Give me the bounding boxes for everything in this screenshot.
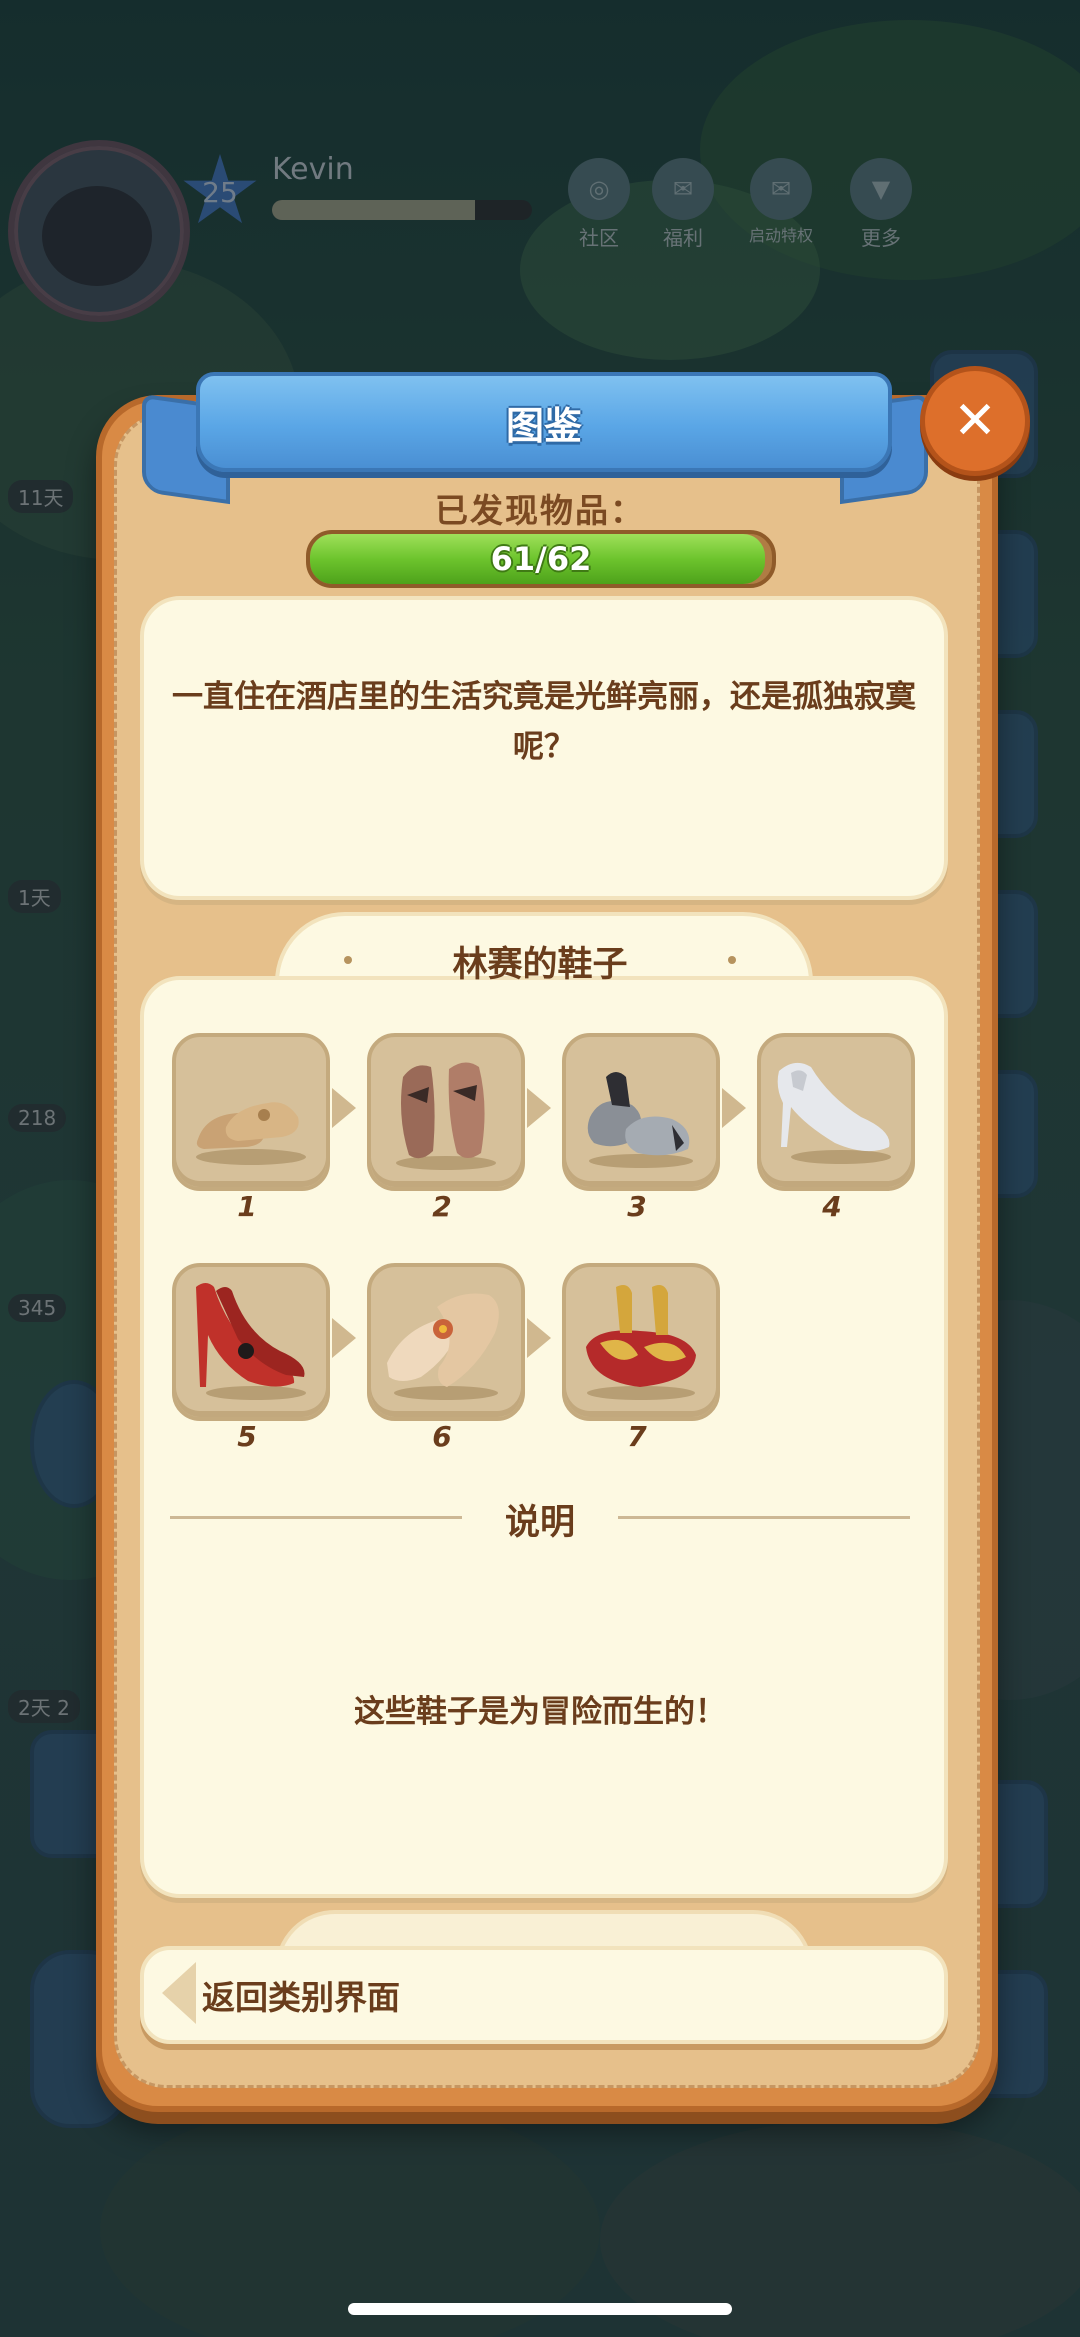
note-text: 这些鞋子是为冒险而生的！ (354, 1694, 726, 1730)
collection-item-4[interactable] (757, 1033, 915, 1191)
item-number: 7 (627, 1420, 647, 1453)
chevron-right-icon (527, 1088, 551, 1128)
red-gold-heels-bag-icon (586, 1285, 696, 1400)
found-items-label: 已发现物品： (435, 491, 645, 530)
chevron-right-icon (332, 1318, 356, 1358)
collection-title: 林赛的鞋子 (452, 945, 628, 985)
close-icon: ✕ (953, 391, 997, 451)
item-number: 1 (237, 1190, 257, 1223)
album-description: 一直住在酒店里的生活究竟是光鲜亮丽，还是孤独寂寞呢？ (172, 679, 916, 765)
collection-item-6[interactable] (367, 1263, 525, 1421)
chevron-right-icon (722, 1088, 746, 1128)
silver-mules-icon (777, 1062, 891, 1164)
home-indicator[interactable] (348, 2303, 732, 2315)
collection-item-2[interactable] (367, 1033, 525, 1191)
note-title: 说明 (504, 1503, 575, 1543)
chevron-right-icon (332, 1088, 356, 1128)
collection-item-5[interactable] (172, 1263, 330, 1421)
back-arrow-icon (162, 1962, 196, 2024)
dialog-title: 图鉴 (505, 403, 582, 448)
item-number: 6 (432, 1420, 452, 1453)
red-high-heels-icon (196, 1283, 306, 1400)
collection-item-7[interactable] (562, 1263, 720, 1421)
brown-bow-shoes-icon (396, 1062, 496, 1170)
back-button-label: 返回类别界面 (202, 1978, 400, 2017)
discovery-progress-bar: 61/62 (306, 530, 776, 588)
progress-text: 61/62 (490, 540, 592, 578)
collection-item-1[interactable] (172, 1033, 330, 1191)
item-number: 2 (432, 1190, 452, 1223)
close-button[interactable]: ✕ (920, 366, 1030, 476)
back-to-categories-button[interactable]: 返回类别界面 (140, 1946, 948, 2044)
item-number: 3 (627, 1190, 647, 1223)
mary-jane-shoes-icon (587, 1072, 693, 1168)
cream-flower-heels-icon (387, 1293, 499, 1400)
album-description-card: 一直住在酒店里的生活究竟是光鲜亮丽，还是孤独寂寞呢？ (140, 596, 948, 900)
chevron-right-icon (527, 1318, 551, 1358)
dialog-title-ribbon: 图鉴 (196, 372, 892, 472)
collection-item-3[interactable] (562, 1033, 720, 1191)
item-number: 4 (822, 1190, 842, 1223)
beige-loafers-icon (196, 1102, 306, 1165)
item-number: 5 (237, 1420, 257, 1453)
